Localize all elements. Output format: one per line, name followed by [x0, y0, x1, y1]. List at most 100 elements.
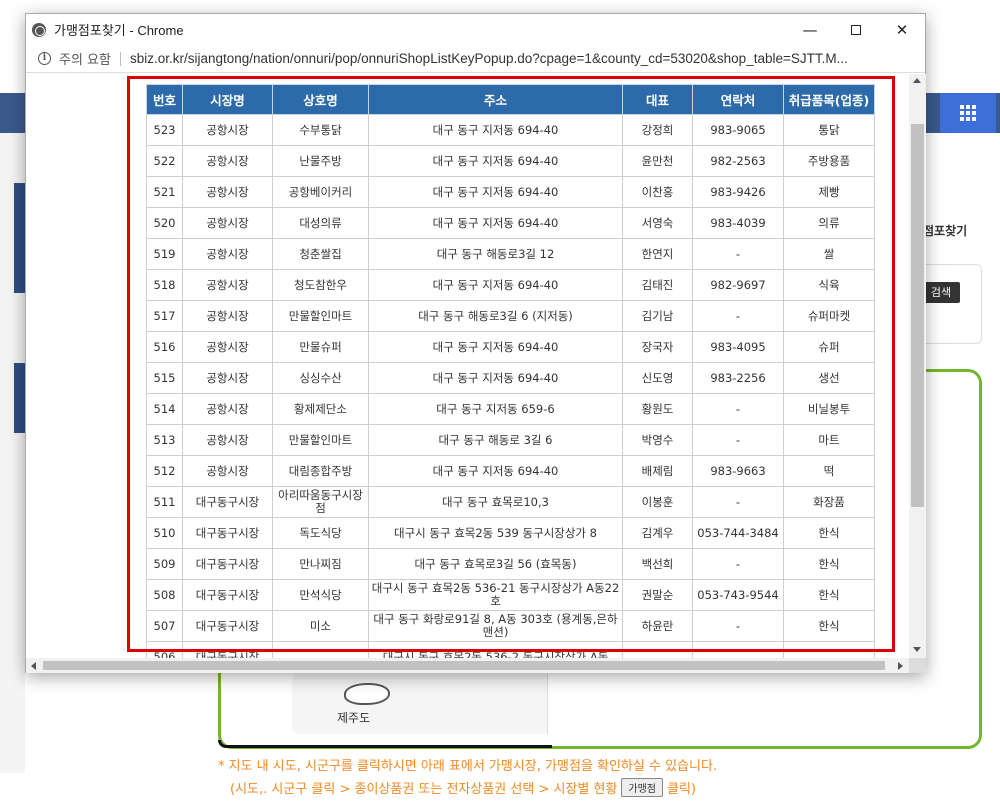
table-row: 519 공항시장 청춘쌀집 대구 동구 해동로3길 12 한연지 - 쌀 [146, 238, 875, 270]
maximize-button[interactable] [833, 14, 879, 45]
scroll-left-icon[interactable] [31, 662, 36, 670]
cell-phone: 983-9426 [692, 176, 784, 208]
cell-shop-name: 황제제단소 [272, 393, 369, 425]
cell-address: 대구 동구 지저동 694-40 [368, 362, 623, 394]
cell-number: 515 [146, 362, 183, 394]
minimize-button[interactable]: — [787, 14, 833, 45]
cell-owner: 배제림 [622, 455, 693, 487]
cell-number: 509 [146, 548, 183, 580]
cell-address: 대구 동구 지저동 694-40 [368, 145, 623, 177]
instruction-text-pre: (시도,. 시군구 클릭 > 종이상품권 또는 전자상품권 선택 > 시장별 현… [230, 782, 618, 797]
info-icon[interactable]: i [38, 52, 51, 65]
column-header: 상호명 [272, 84, 369, 115]
address-separator [119, 51, 121, 66]
cell-shop-name: 만물할인마트 [272, 300, 369, 332]
cell-number: 507 [146, 610, 183, 642]
horizontal-scroll-thumb[interactable] [43, 661, 885, 670]
table-row: 510 대구동구시장 독도식당 대구시 동구 효목2동 539 동구시장상가 8 김계우… [146, 517, 875, 549]
cell-address: 대구 동구 지저동 694-40 [368, 455, 623, 487]
cell-number: 511 [146, 486, 183, 518]
page-content: 번호 시장명 상호명 주소 대표 연락처 취급품목(업종) 523 공항시장 수부통닭 대구 동구… [26, 74, 909, 658]
cell-number: 523 [146, 114, 183, 146]
cell-owner: 황원도 [622, 393, 693, 425]
scroll-down-icon[interactable] [913, 647, 921, 652]
cell-shop-name: 청춘쌀집 [272, 238, 369, 270]
cell-shop-name: 싱싱수산 [272, 362, 369, 394]
address-bar[interactable]: i 주의 요함 sbiz.or.kr/sijangtong/nation/onn… [26, 45, 925, 73]
cell-category: 화장품 [783, 486, 875, 518]
table-row: 511 대구동구시장 아리따움동구시장점 대구 동구 효목로10,3 이봉훈 - 화장품 [146, 486, 875, 518]
cell-category: 쌀 [783, 238, 875, 270]
cell-shop-name: 만석식당 [272, 579, 369, 611]
cell-market: 대구동구시장 [182, 517, 273, 549]
horizontal-scrollbar[interactable] [26, 658, 909, 673]
table-row: 507 대구동구시장 미소 대구 동구 화랑로91길 8, A동 303호 (용계동,… [146, 610, 875, 642]
apps-grid-icon[interactable] [940, 93, 996, 133]
map-instruction-line1: * 지도 내 시도, 시군구를 클릭하시면 아래 표에서 가맹시장, 가맹점을 … [218, 759, 718, 774]
cell-shop-name [272, 641, 369, 658]
cell-owner: 이봉훈 [622, 486, 693, 518]
cell-market: 대구동구시장 [182, 641, 273, 658]
cell-owner: 김태진 [622, 269, 693, 301]
shop-list-table: 번호 시장명 상호명 주소 대표 연락처 취급품목(업종) 523 공항시장 수부통닭 대구 동구… [146, 84, 875, 658]
scroll-up-icon[interactable] [913, 78, 921, 83]
table-header-row: 번호 시장명 상호명 주소 대표 연락처 취급품목(업종) [146, 84, 875, 115]
url-text[interactable]: sbiz.or.kr/sijangtong/nation/onnuri/pop/… [130, 51, 890, 66]
cell-category: 식육 [783, 269, 875, 301]
column-header: 취급품목(업종) [783, 84, 875, 115]
shop-search-box [918, 264, 982, 344]
cell-address: 대구시 동구 효목2동 539 동구시장상가 8 [368, 517, 623, 549]
table-row: 516 공항시장 만물슈퍼 대구 동구 지저동 694-40 장국자 983-4095 슈퍼 [146, 331, 875, 363]
cell-phone [692, 641, 784, 658]
cell-owner: 백선희 [622, 548, 693, 580]
cell-owner: 김계우 [622, 517, 693, 549]
cell-address: 대구 동구 지저동 659-6 [368, 393, 623, 425]
vertical-scrollbar[interactable] [909, 74, 926, 658]
security-warning[interactable]: 주의 요함 [59, 49, 111, 68]
cell-category: 한식 [783, 579, 875, 611]
cell-category: 제빵 [783, 176, 875, 208]
cell-category: 슈퍼마켓 [783, 300, 875, 332]
cell-shop-name: 독도식당 [272, 517, 369, 549]
vertical-scroll-thumb[interactable] [911, 124, 924, 507]
column-header: 대표 [622, 84, 693, 115]
cell-category: 통닭 [783, 114, 875, 146]
cell-owner: 한연지 [622, 238, 693, 270]
cell-owner: 김기남 [622, 300, 693, 332]
cell-phone: - [692, 424, 784, 456]
search-button[interactable]: 검색 [922, 282, 960, 303]
merchant-button[interactable]: 가맹점 [621, 778, 664, 797]
cell-market: 공항시장 [182, 269, 273, 301]
cell-shop-name: 만나찌짐 [272, 548, 369, 580]
cell-category: 한식 [783, 610, 875, 642]
cell-shop-name: 대성의류 [272, 207, 369, 239]
jeju-label[interactable]: 제주도 [337, 709, 370, 726]
cell-market: 공항시장 [182, 114, 273, 146]
cell-number: 512 [146, 455, 183, 487]
cell-phone: - [692, 486, 784, 518]
cell-address: 대구 동구 효목로3길 56 (효목동) [368, 548, 623, 580]
cell-category: 한식 [783, 517, 875, 549]
window-titlebar[interactable]: 가맹점포찾기 - Chrome — ✕ [26, 14, 925, 45]
map-divider [547, 672, 548, 734]
table-row: 523 공항시장 수부통닭 대구 동구 지저동 694-40 강정희 983-9065 통닭 [146, 114, 875, 146]
cell-address: 대구 동구 해동로3길 6 (지저동) [368, 300, 623, 332]
cell-market: 공항시장 [182, 331, 273, 363]
jeju-map-shape[interactable] [344, 683, 390, 705]
table-row: 520 공항시장 대성의류 대구 동구 지저동 694-40 서영숙 983-4039 의류 [146, 207, 875, 239]
table-row: 518 공항시장 청도참한우 대구 동구 지저동 694-40 김태진 982-9697 식… [146, 269, 875, 301]
cell-number: 517 [146, 300, 183, 332]
cell-number: 522 [146, 145, 183, 177]
cell-market: 공항시장 [182, 455, 273, 487]
close-button[interactable]: ✕ [879, 14, 925, 45]
table-row: 508 대구동구시장 만석식당 대구시 동구 효목2동 536-21 동구시장상가 A… [146, 579, 875, 611]
cell-owner: 윤만천 [622, 145, 693, 177]
cell-market: 대구동구시장 [182, 610, 273, 642]
cell-market: 공항시장 [182, 424, 273, 456]
column-header: 시장명 [182, 84, 273, 115]
cell-phone: 982-9697 [692, 269, 784, 301]
popup-window: 가맹점포찾기 - Chrome — ✕ i 주의 요함 sbiz.or.kr/s… [25, 13, 926, 673]
cell-shop-name: 만물슈퍼 [272, 331, 369, 363]
scroll-right-icon[interactable] [898, 662, 903, 670]
cell-address: 대구 동구 지저동 694-40 [368, 331, 623, 363]
